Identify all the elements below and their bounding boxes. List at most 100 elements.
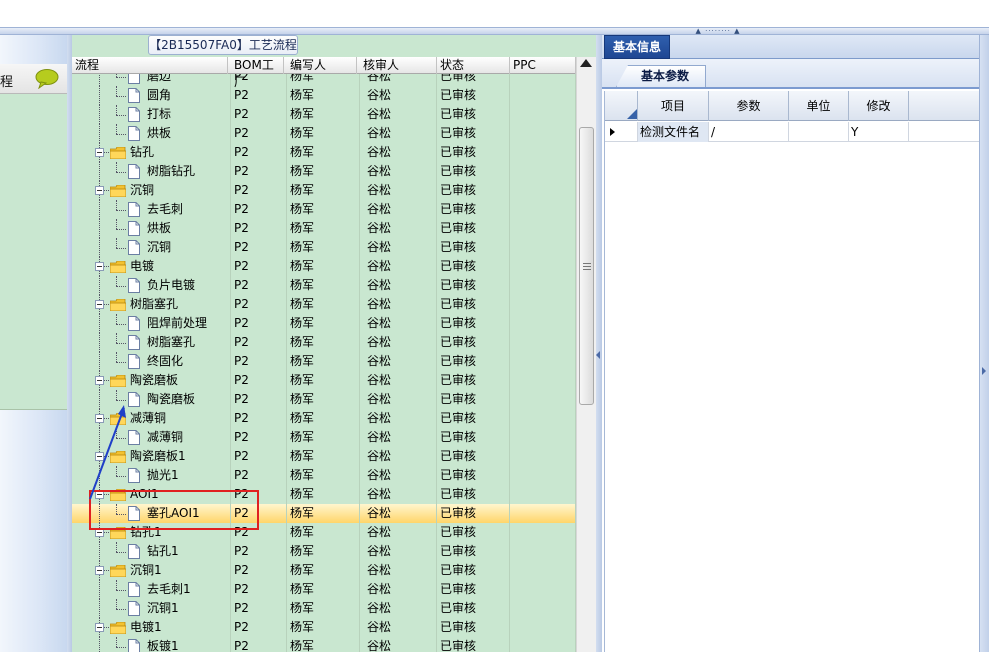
tree-row[interactable]: 陶瓷磨板 P2 杨军 谷松 已审核 <box>72 390 576 409</box>
document-icon <box>128 506 140 521</box>
tree-row[interactable]: 沉铜1 P2 杨军 谷松 已审核 <box>72 561 576 580</box>
tree-row[interactable]: 树脂塞孔 P2 杨军 谷松 已审核 <box>72 295 576 314</box>
cell-reviewer: 谷松 <box>367 74 392 83</box>
document-icon <box>128 316 140 331</box>
col-header-bom[interactable]: BOM工厂 <box>231 57 284 89</box>
tree-row[interactable]: 烘板 P2 杨军 谷松 已审核 <box>72 124 576 143</box>
cell-process: 减薄铜 <box>147 430 184 444</box>
collapse-icon[interactable] <box>95 490 104 499</box>
tree-row[interactable]: 钻孔1 P2 杨军 谷松 已审核 <box>72 542 576 561</box>
col-header-ppc[interactable]: PPC <box>510 57 576 74</box>
tree-row[interactable]: 板镀1 P2 杨军 谷松 已审核 <box>72 637 576 652</box>
tree-row[interactable]: 减薄铜 P2 杨军 谷松 已审核 <box>72 428 576 447</box>
collapse-icon[interactable] <box>95 300 104 309</box>
tree-row[interactable]: 去毛刺1 P2 杨军 谷松 已审核 <box>72 580 576 599</box>
cell-bom: P2 <box>234 259 249 273</box>
scroll-thumb[interactable] <box>579 127 594 405</box>
collapse-icon[interactable] <box>95 376 104 385</box>
cell-reviewer: 谷松 <box>367 525 392 539</box>
cell-status: 已审核 <box>440 297 477 311</box>
tree-row[interactable]: 陶瓷磨板 P2 杨军 谷松 已审核 <box>72 371 576 390</box>
left-panel-list <box>0 71 67 410</box>
tree-row[interactable]: 去毛刺 P2 杨军 谷松 已审核 <box>72 200 576 219</box>
cell-reviewer: 谷松 <box>367 582 392 596</box>
tree-row[interactable]: 负片电镀 P2 杨军 谷松 已审核 <box>72 276 576 295</box>
collapse-icon[interactable] <box>95 262 104 271</box>
vertical-scrollbar[interactable] <box>576 57 596 652</box>
tree-row[interactable]: 沉铜1 P2 杨军 谷松 已审核 <box>72 599 576 618</box>
tree-row[interactable]: 塞孔AOI1 P2 杨军 谷松 已审核 <box>72 504 576 523</box>
tree-connector <box>116 552 126 553</box>
param-grid-corner[interactable] <box>605 91 638 121</box>
tree-row[interactable]: 电镀1 P2 杨军 谷松 已审核 <box>72 618 576 637</box>
tree-connector <box>116 124 117 134</box>
param-item-cell[interactable]: 检测文件名 <box>638 122 709 142</box>
cell-writer: 杨军 <box>290 392 315 406</box>
tree-row[interactable]: 树脂塞孔 P2 杨军 谷松 已审核 <box>72 333 576 352</box>
tab-basic-params[interactable]: 基本参数 <box>616 65 706 87</box>
tree-connector <box>116 352 117 362</box>
collapse-icon[interactable] <box>95 148 104 157</box>
tab-basic-info[interactable]: 基本信息 <box>604 35 670 59</box>
cell-writer: 杨军 <box>290 240 315 254</box>
cell-status: 已审核 <box>440 601 477 615</box>
tree-row[interactable]: 钻孔 P2 杨军 谷松 已审核 <box>72 143 576 162</box>
collapse-icon[interactable] <box>95 186 104 195</box>
param-value-cell[interactable]: / <box>709 122 789 142</box>
tree-row[interactable]: 抛光1 P2 杨军 谷松 已审核 <box>72 466 576 485</box>
collapse-left-icon[interactable] <box>596 351 600 359</box>
collapse-icon[interactable] <box>95 528 104 537</box>
tree-row[interactable]: 阻焊前处理 P2 杨军 谷松 已审核 <box>72 314 576 333</box>
top-splitter[interactable] <box>0 27 989 35</box>
chat-bubble-icon[interactable] <box>35 69 59 89</box>
col-header-process[interactable]: 流程 <box>72 57 228 74</box>
collapse-icon[interactable] <box>95 414 104 423</box>
row-header[interactable] <box>605 122 638 142</box>
tree-row[interactable]: 陶瓷磨板1 P2 杨军 谷松 已审核 <box>72 447 576 466</box>
param-col-param[interactable]: 参数 <box>709 91 789 121</box>
collapse-icon[interactable] <box>95 566 104 575</box>
col-header-status[interactable]: 状态 <box>437 57 510 74</box>
param-col-unit[interactable]: 单位 <box>789 91 849 121</box>
cell-bom: P2 <box>234 411 249 425</box>
param-unit-cell[interactable] <box>789 122 849 142</box>
tree-row[interactable]: AOI1 P2 杨军 谷松 已审核 <box>72 485 576 504</box>
tree-row[interactable]: 钻孔1 P2 杨军 谷松 已审核 <box>72 523 576 542</box>
right-splitter[interactable] <box>979 35 989 652</box>
col-header-reviewer[interactable]: 核审人 <box>360 57 437 74</box>
left-panel-header[interactable]: 程 <box>0 64 67 94</box>
param-col-modify[interactable]: 修改 <box>849 91 909 121</box>
param-modify-cell[interactable]: Y <box>849 122 909 142</box>
splitter-grip[interactable]: ▲ ········ ▲ <box>688 28 748 35</box>
cell-process: 树脂塞孔 <box>147 335 196 349</box>
tree-row[interactable]: 沉铜 P2 杨军 谷松 已审核 <box>72 238 576 257</box>
document-icon <box>128 582 140 597</box>
tree-row[interactable]: 磨边 P2 杨军 谷松 已审核 <box>72 74 576 86</box>
cell-bom: P2 <box>234 126 249 140</box>
collapse-icon[interactable] <box>95 452 104 461</box>
tree-row[interactable]: 沉铜 P2 杨军 谷松 已审核 <box>72 181 576 200</box>
tree-row[interactable]: 终固化 P2 杨军 谷松 已审核 <box>72 352 576 371</box>
cell-writer: 杨军 <box>290 164 315 178</box>
param-row[interactable]: 检测文件名 / Y <box>605 122 979 142</box>
tree-row[interactable]: 烘板 P2 杨军 谷松 已审核 <box>72 219 576 238</box>
tree-row[interactable]: 减薄铜 P2 杨军 谷松 已审核 <box>72 409 576 428</box>
document-icon <box>128 126 140 141</box>
collapse-right-icon[interactable] <box>982 367 986 375</box>
scroll-up-icon[interactable] <box>580 59 592 67</box>
left-header-label: 程 <box>0 75 14 90</box>
param-col-item[interactable]: 项目 <box>638 91 709 121</box>
tree-row[interactable]: 树脂钻孔 P2 杨军 谷松 已审核 <box>72 162 576 181</box>
cell-reviewer: 谷松 <box>367 297 392 311</box>
column-divider <box>510 390 576 409</box>
cell-reviewer: 谷松 <box>367 183 392 197</box>
tree-row[interactable]: 电镀 P2 杨军 谷松 已审核 <box>72 257 576 276</box>
collapse-icon[interactable] <box>95 623 104 632</box>
tree-connector <box>116 314 117 324</box>
cell-status: 已审核 <box>440 563 477 577</box>
cell-process: 电镀1 <box>130 620 162 634</box>
cell-reviewer: 谷松 <box>367 126 392 140</box>
tree-row[interactable]: 圆角 P2 杨军 谷松 已审核 <box>72 86 576 105</box>
col-header-writer[interactable]: 编写人 <box>287 57 357 74</box>
tree-row[interactable]: 打标 P2 杨军 谷松 已审核 <box>72 105 576 124</box>
